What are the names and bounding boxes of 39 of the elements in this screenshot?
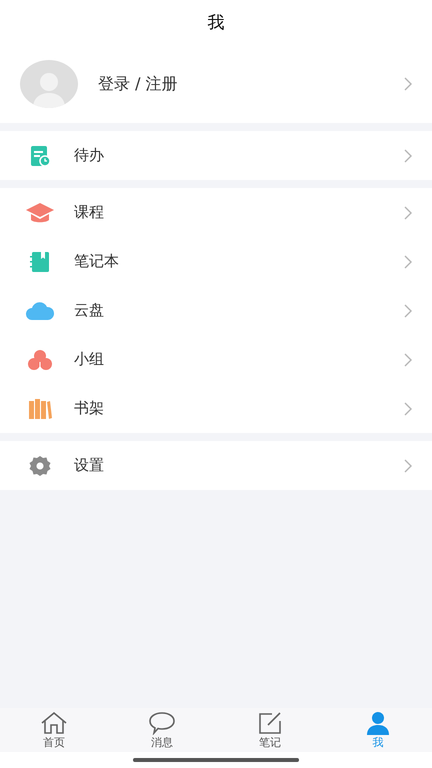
tab[interactable]: 消息: [108, 708, 216, 752]
menu-item[interactable]: 待办: [0, 131, 432, 180]
chat-bubble-icon: [148, 711, 176, 735]
edit-icon: [256, 711, 284, 735]
chevron-right-icon: [404, 148, 412, 162]
tab[interactable]: 首页: [0, 708, 108, 752]
menu-item[interactable]: 书架: [0, 384, 432, 433]
chevron-right-icon: [404, 254, 412, 268]
menu-item[interactable]: 笔记本: [0, 237, 432, 286]
settings-icon: [29, 454, 51, 476]
notebook-icon: [29, 250, 51, 272]
menu-item-label: 待办: [74, 146, 105, 165]
menu-item[interactable]: 设置: [0, 441, 432, 490]
menu-item-label: 云盘: [74, 301, 105, 320]
checklist-icon: [29, 144, 51, 166]
chevron-right-icon: [404, 402, 412, 416]
chevron-right-icon: [404, 304, 412, 318]
cloud-icon: [25, 300, 55, 320]
menu-item-label: 小组: [74, 350, 105, 369]
menu-item[interactable]: 课程: [0, 188, 432, 237]
profile-row[interactable]: 登录 / 注册: [0, 45, 432, 123]
home-icon: [40, 711, 68, 735]
menu-item-label: 课程: [74, 203, 105, 222]
person-icon: [364, 711, 392, 735]
chevron-right-icon: [404, 352, 412, 366]
menu-item-label: 书架: [74, 399, 105, 418]
page-title: 我: [208, 12, 224, 34]
menu-item[interactable]: 小组: [0, 335, 432, 384]
chevron-right-icon: [404, 206, 412, 220]
login-register-label: 登录 / 注册: [98, 74, 179, 94]
books-icon: [28, 398, 52, 420]
circles-icon: [27, 348, 53, 370]
graduation-cap-icon: [25, 202, 55, 224]
chevron-right-icon: [404, 77, 412, 91]
chevron-right-icon: [404, 458, 412, 472]
tab[interactable]: 笔记: [216, 708, 324, 752]
menu-item-label: 笔记本: [74, 252, 120, 271]
menu-item[interactable]: 云盘: [0, 286, 432, 335]
menu-item-label: 设置: [74, 456, 105, 475]
